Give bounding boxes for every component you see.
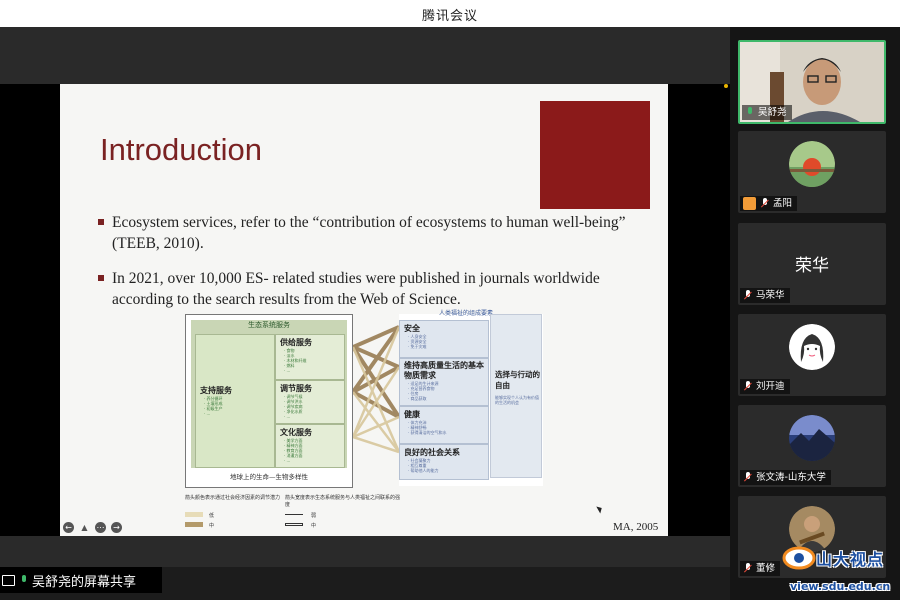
bullet-marker: [98, 275, 104, 281]
more-icon[interactable]: ⋯: [95, 522, 106, 533]
pen-icon[interactable]: ▲: [79, 522, 90, 533]
next-slide-icon[interactable]: →: [111, 522, 122, 533]
participants-sidebar: 吴舒尧 孟阳 荣华 马荣华 刘开迪 张文涛-山东大学 董修: [730, 27, 900, 600]
legend-line-mid: [285, 523, 303, 526]
slide-bullet-2: In 2021, over 10,000 ES- related studies…: [98, 268, 658, 310]
mic-muted-icon: [743, 563, 753, 574]
slide-bullet-1: Ecosystem services, refer to the “contri…: [98, 212, 658, 254]
ecosystem-diagram: 生态系统服务 支持服务 · 养分循环 · 土壤形成 · 初级生产 · ... 供…: [185, 310, 545, 494]
mic-muted-icon: [743, 381, 753, 392]
participant-tile-4[interactable]: 刘开迪: [738, 314, 886, 396]
prev-slide-icon[interactable]: ←: [63, 522, 74, 533]
mic-muted-icon: [760, 198, 770, 209]
participant-name-bar: 刘开迪: [740, 379, 790, 394]
avatar: [789, 141, 835, 187]
participant-tile-5[interactable]: 张文涛-山东大学: [738, 405, 886, 487]
mic-muted-icon: [743, 472, 753, 483]
avatar: [789, 324, 835, 370]
watermark-logo: 山大视点 view.sdu.edu.cn: [780, 540, 898, 598]
wellbeing-security-box: 安全 · 人身安全 · 资源安全 · 免于灾难: [399, 320, 489, 358]
slide-source: MA, 2005: [613, 521, 659, 533]
wellbeing-social-box: 良好的社会关系 · 社会凝聚力 · 相互尊重 · 帮助他人的能力: [399, 444, 489, 480]
mic-on-icon: [19, 574, 28, 586]
window-title: 腾讯会议: [421, 9, 478, 24]
screen-share-label: 吴舒尧的屏幕共享: [32, 574, 137, 590]
recording-dot-icon: [724, 84, 728, 88]
ecosystem-services-panel: 生态系统服务 支持服务 · 养分循环 · 土壤形成 · 初级生产 · ... 供…: [185, 314, 353, 488]
wellbeing-basic-needs-box: 维持高质量生活的基本物质需求 · 适足的生计来源 · 充足营养食物 · 住房 ·…: [399, 358, 489, 406]
regulating-services-box: 调节服务 · 调节气候 · 调节洪水 · 调节疾病 · 净化水质 · ...: [275, 380, 345, 424]
watermark-text: 山大视点: [816, 550, 885, 569]
participant-name-bar: 吴舒尧: [742, 105, 792, 120]
legend-line-weak: [285, 514, 303, 515]
participant-name-bar: 董修: [740, 561, 781, 576]
screen-share-indicator[interactable]: 吴舒尧的屏幕共享: [0, 567, 162, 593]
participant-name-bar: 张文涛-山东大学: [740, 470, 831, 485]
participant-tile-1[interactable]: 吴舒尧: [738, 40, 886, 124]
ecosystem-services-header: 生态系统服务: [248, 321, 290, 329]
participant-name-bar: 孟阳: [740, 196, 798, 211]
eye-logo-icon: [782, 546, 816, 570]
biodiversity-footer: 地球上的生命—生物多样性: [230, 473, 308, 481]
freedom-of-choice-box: 选择与行动的自由 能够实现个人认为有价值的生活的机会: [490, 314, 542, 478]
participant-tile-3[interactable]: 荣华 马荣华: [738, 223, 886, 305]
linkage-arrows: [353, 325, 399, 454]
diagram-legend: 箭头颜色表示通过社会经济因素的调节潜力 箭头宽度表示生态系统服务与人类福祉之间联…: [185, 494, 405, 534]
watermark-url: view.sdu.edu.cn: [790, 580, 891, 593]
provisioning-services-box: 供给服务 · 食物 · 淡水 · 木材和纤维 · 燃料 · ...: [275, 334, 345, 380]
human-wellbeing-panel: 人类福祉的组成要素 安全 · 人身安全 · 资源安全 · 免于灾难 维持高质量生…: [399, 310, 543, 486]
human-wellbeing-header: 人类福祉的组成要素: [439, 310, 494, 317]
mic-muted-icon: [743, 290, 753, 301]
avatar: [789, 415, 835, 461]
participant-tile-2[interactable]: 孟阳: [738, 131, 886, 213]
legend-mid-width-label: 中: [311, 523, 317, 529]
legend-low-label: 低: [209, 513, 215, 519]
mic-on-icon: [745, 107, 754, 118]
mouse-cursor-icon: [596, 504, 604, 514]
legend-weak-label: 弱: [311, 513, 317, 519]
host-icon: [743, 197, 756, 210]
legend-swatch-mid: [185, 522, 203, 527]
legend-arrow-color-note: 箭头颜色表示通过社会经济因素的调节潜力: [185, 495, 281, 501]
screen-share-icon: [2, 574, 15, 586]
cultural-services-box: 文化服务 · 美学方面 · 精神方面 · 教育方面 · 消遣方面 · ...: [275, 424, 345, 468]
bullet-marker: [98, 219, 104, 225]
slide-controls: ← ▲ ⋯ →: [63, 522, 133, 536]
slide-red-block: [540, 101, 650, 209]
participant-initials: 荣华: [795, 256, 829, 276]
shared-slide: Introduction Ecosystem services, refer t…: [60, 84, 668, 536]
title-bar: 腾讯会议: [0, 0, 900, 27]
slide-title: Introduction: [100, 132, 262, 167]
wellbeing-health-box: 健康 · 体力充沛 · 精神舒畅 · 获得清洁的空气和水: [399, 406, 489, 444]
legend-swatch-low: [185, 512, 203, 517]
legend-mid-label: 中: [209, 523, 215, 529]
participant-name-bar: 马荣华: [740, 288, 790, 303]
support-services-box: 支持服务 · 养分循环 · 土壤形成 · 初级生产 · ...: [195, 334, 275, 468]
legend-arrow-width-note: 箭头宽度表示生态系统服务与人类福祉之间联系的强度: [285, 495, 401, 508]
